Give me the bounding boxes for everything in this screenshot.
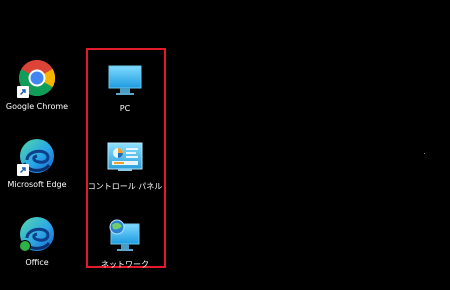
shortcut-arrow-icon — [17, 164, 29, 176]
desktop-icon-control-panel[interactable]: コントロール パネル — [86, 136, 164, 210]
edge-icon — [17, 136, 57, 176]
sync-check-icon — [19, 240, 31, 252]
desktop-icon-pc[interactable]: PC — [86, 58, 164, 132]
desktop-icon-network[interactable]: ネットワーク — [86, 214, 164, 288]
desktop-icon-office[interactable]: Office — [0, 212, 76, 286]
control-panel-icon — [105, 138, 145, 178]
network-icon — [105, 216, 145, 256]
desktop-pixel-speck — [424, 153, 425, 154]
chrome-icon — [17, 58, 57, 98]
office-edge-icon — [17, 214, 57, 254]
desktop-icon-label: PC — [119, 104, 131, 113]
desktop-icon-microsoft-edge[interactable]: Microsoft Edge — [0, 134, 76, 208]
pc-monitor-icon — [105, 60, 145, 100]
desktop-icon-label: コントロール パネル — [87, 182, 163, 191]
desktop-icon-label: Microsoft Edge — [7, 180, 67, 189]
desktop-icon-label: ネットワーク — [101, 260, 149, 269]
desktop: Google Chrome Microsoft Edge Office PC コ… — [0, 0, 450, 290]
desktop-icon-label: Google Chrome — [5, 102, 69, 111]
desktop-icon-label: Office — [25, 258, 49, 267]
desktop-icon-google-chrome[interactable]: Google Chrome — [0, 56, 76, 130]
shortcut-arrow-icon — [17, 86, 29, 98]
